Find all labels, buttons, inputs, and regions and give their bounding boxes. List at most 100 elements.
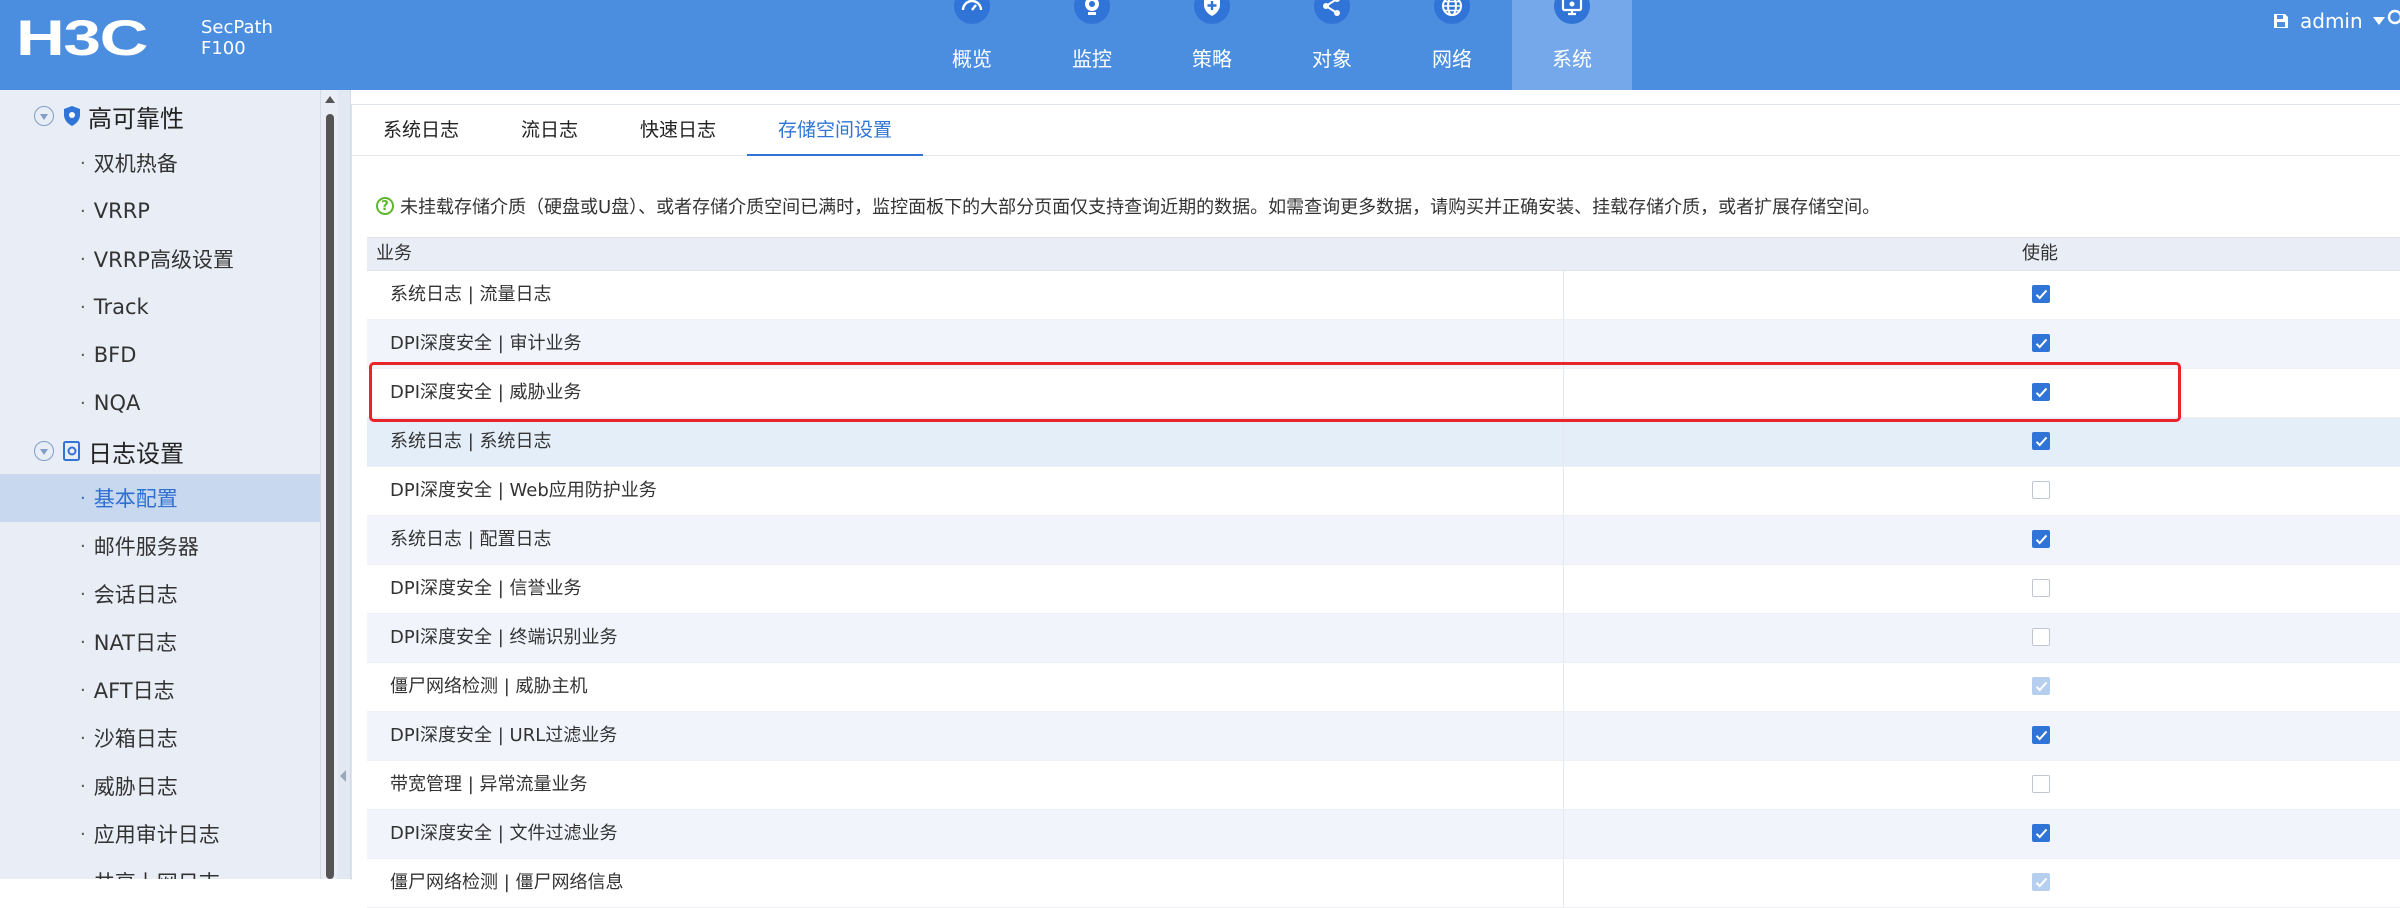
sidebar-item-label: Track <box>93 295 149 319</box>
enable-checkbox[interactable] <box>2032 334 2050 352</box>
sidebar-item-sandbox-log[interactable]: · 沙箱日志 <box>0 714 320 762</box>
sidebar-item-label: VRRP高级设置 <box>93 248 234 272</box>
column-divider <box>1563 418 1564 466</box>
sidebar-item-label: 威胁日志 <box>93 775 178 799</box>
sidebar-item-threat-log[interactable]: · 威胁日志 <box>0 762 320 810</box>
column-divider <box>1563 320 1564 368</box>
nav-overview[interactable]: 概览 <box>912 0 1032 90</box>
service-name: DPI深度安全 | Web应用防护业务 <box>390 480 657 501</box>
service-name: 僵尸网络检测 | 威胁主机 <box>390 676 588 697</box>
sidebar-item-track[interactable]: · Track <box>0 283 320 331</box>
sidebar-scrollbar[interactable] <box>320 90 339 879</box>
nav-objects[interactable]: 对象 <box>1272 0 1392 90</box>
table-row: DPI深度安全 | 审计业务 <box>367 320 2400 369</box>
enable-checkbox[interactable] <box>2032 579 2050 597</box>
nav-monitor[interactable]: 监控 <box>1032 0 1152 90</box>
enable-checkbox[interactable] <box>2032 432 2050 450</box>
collapse-toggle-icon[interactable] <box>34 441 54 461</box>
log-settings-icon <box>63 441 80 461</box>
column-divider <box>1563 565 1564 613</box>
table-row: 系统日志 | 流量日志 <box>367 271 2400 320</box>
bullet-icon: · <box>80 152 86 174</box>
enable-checkbox[interactable] <box>2032 726 2050 744</box>
h3c-logo: H3C <box>16 10 148 66</box>
bullet-icon: · <box>80 775 86 797</box>
nav-label: 系统 <box>1552 47 1592 71</box>
sidebar-item-hot-standby[interactable]: · 双机热备 <box>0 139 320 187</box>
column-divider <box>1563 271 1564 319</box>
bullet-icon: · <box>80 727 86 749</box>
sidebar-item-nqa[interactable]: · NQA <box>0 379 320 427</box>
collapse-toggle-icon[interactable] <box>34 106 54 126</box>
bullet-icon: · <box>80 392 86 414</box>
dashboard-icon <box>954 0 990 24</box>
bullet-icon: · <box>80 583 86 605</box>
enable-checkbox[interactable] <box>2032 530 2050 548</box>
sidebar-item-label: 共享上网日志 <box>94 867 220 879</box>
sidebar-item-label: 会话日志 <box>93 583 178 607</box>
sidebar-group-label: 日志设置 <box>88 439 184 468</box>
enable-checkbox[interactable] <box>2032 775 2050 793</box>
bullet-icon: · <box>80 872 86 880</box>
sidebar-item-vrrp[interactable]: · VRRP <box>0 187 320 235</box>
enable-checkbox[interactable] <box>2032 383 2050 401</box>
bullet-icon: · <box>80 296 86 318</box>
bullet-icon: · <box>80 823 86 845</box>
column-divider <box>1563 614 1564 662</box>
sidebar-item-label: 应用审计日志 <box>93 823 220 847</box>
nav-network[interactable]: 网络 <box>1392 0 1512 90</box>
scrollbar-thumb[interactable] <box>326 114 334 879</box>
nav-label: 策略 <box>1192 47 1232 71</box>
tab-flow-log[interactable]: 流日志 <box>490 105 609 155</box>
sidebar-item-aft-log[interactable]: · AFT日志 <box>0 666 320 714</box>
sidebar-group-label: 高可靠性 <box>88 104 184 133</box>
sidebar-item-vrrp-advanced[interactable]: · VRRP高级设置 <box>0 235 320 283</box>
enable-checkbox[interactable] <box>2032 285 2050 303</box>
table-row: DPI深度安全 | 威胁业务 <box>367 369 2400 418</box>
sidebar-item-label: 基本配置 <box>93 487 178 511</box>
nav-system[interactable]: 系统 <box>1512 0 1632 90</box>
enable-checkbox[interactable] <box>2032 481 2050 499</box>
sidebar-group-log-settings[interactable]: 日志设置 <box>34 433 184 469</box>
sidebar-item-basic-config[interactable]: · 基本配置 <box>0 474 320 522</box>
tab-storage-settings[interactable]: 存储空间设置 <box>747 105 924 156</box>
service-name: DPI深度安全 | 文件过滤业务 <box>390 823 618 844</box>
tab-system-log[interactable]: 系统日志 <box>352 105 490 155</box>
table-row: DPI深度安全 | 终端识别业务 <box>367 614 2400 663</box>
table-row: 带宽管理 | 异常流量业务 <box>367 761 2400 810</box>
bullet-icon: · <box>80 200 86 222</box>
sidebar-item-mail-server[interactable]: · 邮件服务器 <box>0 522 320 570</box>
storage-service-table: 业务 使能 系统日志 | 流量日志 DPI深度安全 | 审计业务 DPI深度安全 |… <box>367 237 2400 908</box>
tab-fast-log[interactable]: 快速日志 <box>609 105 747 155</box>
scroll-up-arrow-icon[interactable] <box>325 96 335 103</box>
sidebar-item-session-log[interactable]: · 会话日志 <box>0 570 320 618</box>
monitor-camera-icon <box>1074 0 1110 24</box>
table-row: 系统日志 | 配置日志 <box>367 516 2400 565</box>
sidebar-item-nat-log[interactable]: · NAT日志 <box>0 618 320 666</box>
sidebar-item-app-audit-log[interactable]: · 应用审计日志 <box>0 810 320 858</box>
user-menu[interactable]: admin <box>2272 8 2385 34</box>
globe-icon <box>1434 0 1470 24</box>
top-bar: H3C SecPath F100 概览 监控 策略 对象 网络 系统 admin <box>0 0 2400 90</box>
shield-plus-icon <box>1194 0 1230 24</box>
enable-checkbox <box>2032 677 2050 695</box>
column-divider <box>1563 859 1564 907</box>
sidebar-item-bfd[interactable]: · BFD <box>0 331 320 379</box>
sidebar-group-high-availability[interactable]: 高可靠性 <box>34 98 184 134</box>
main-nav: 概览 监控 策略 对象 网络 系统 <box>912 0 1632 90</box>
search-icon[interactable] <box>2386 8 2400 28</box>
panel-splitter[interactable] <box>338 90 351 879</box>
shield-icon <box>64 106 80 126</box>
nav-label: 概览 <box>952 47 992 71</box>
nav-policy[interactable]: 策略 <box>1152 0 1272 90</box>
column-divider <box>1563 516 1564 564</box>
bullet-icon: · <box>80 535 86 557</box>
enable-checkbox[interactable] <box>2032 824 2050 842</box>
collapse-left-icon[interactable] <box>340 770 346 782</box>
sidebar-item-shared-access-log[interactable]: · 共享上网日志 <box>0 858 320 879</box>
column-header-enable: 使能 <box>2022 243 2058 264</box>
tab-bar: 系统日志 流日志 快速日志 存储空间设置 <box>352 105 2400 156</box>
help-circle-icon: ? <box>376 197 394 215</box>
service-name: DPI深度安全 | 审计业务 <box>390 333 582 354</box>
enable-checkbox[interactable] <box>2032 628 2050 646</box>
